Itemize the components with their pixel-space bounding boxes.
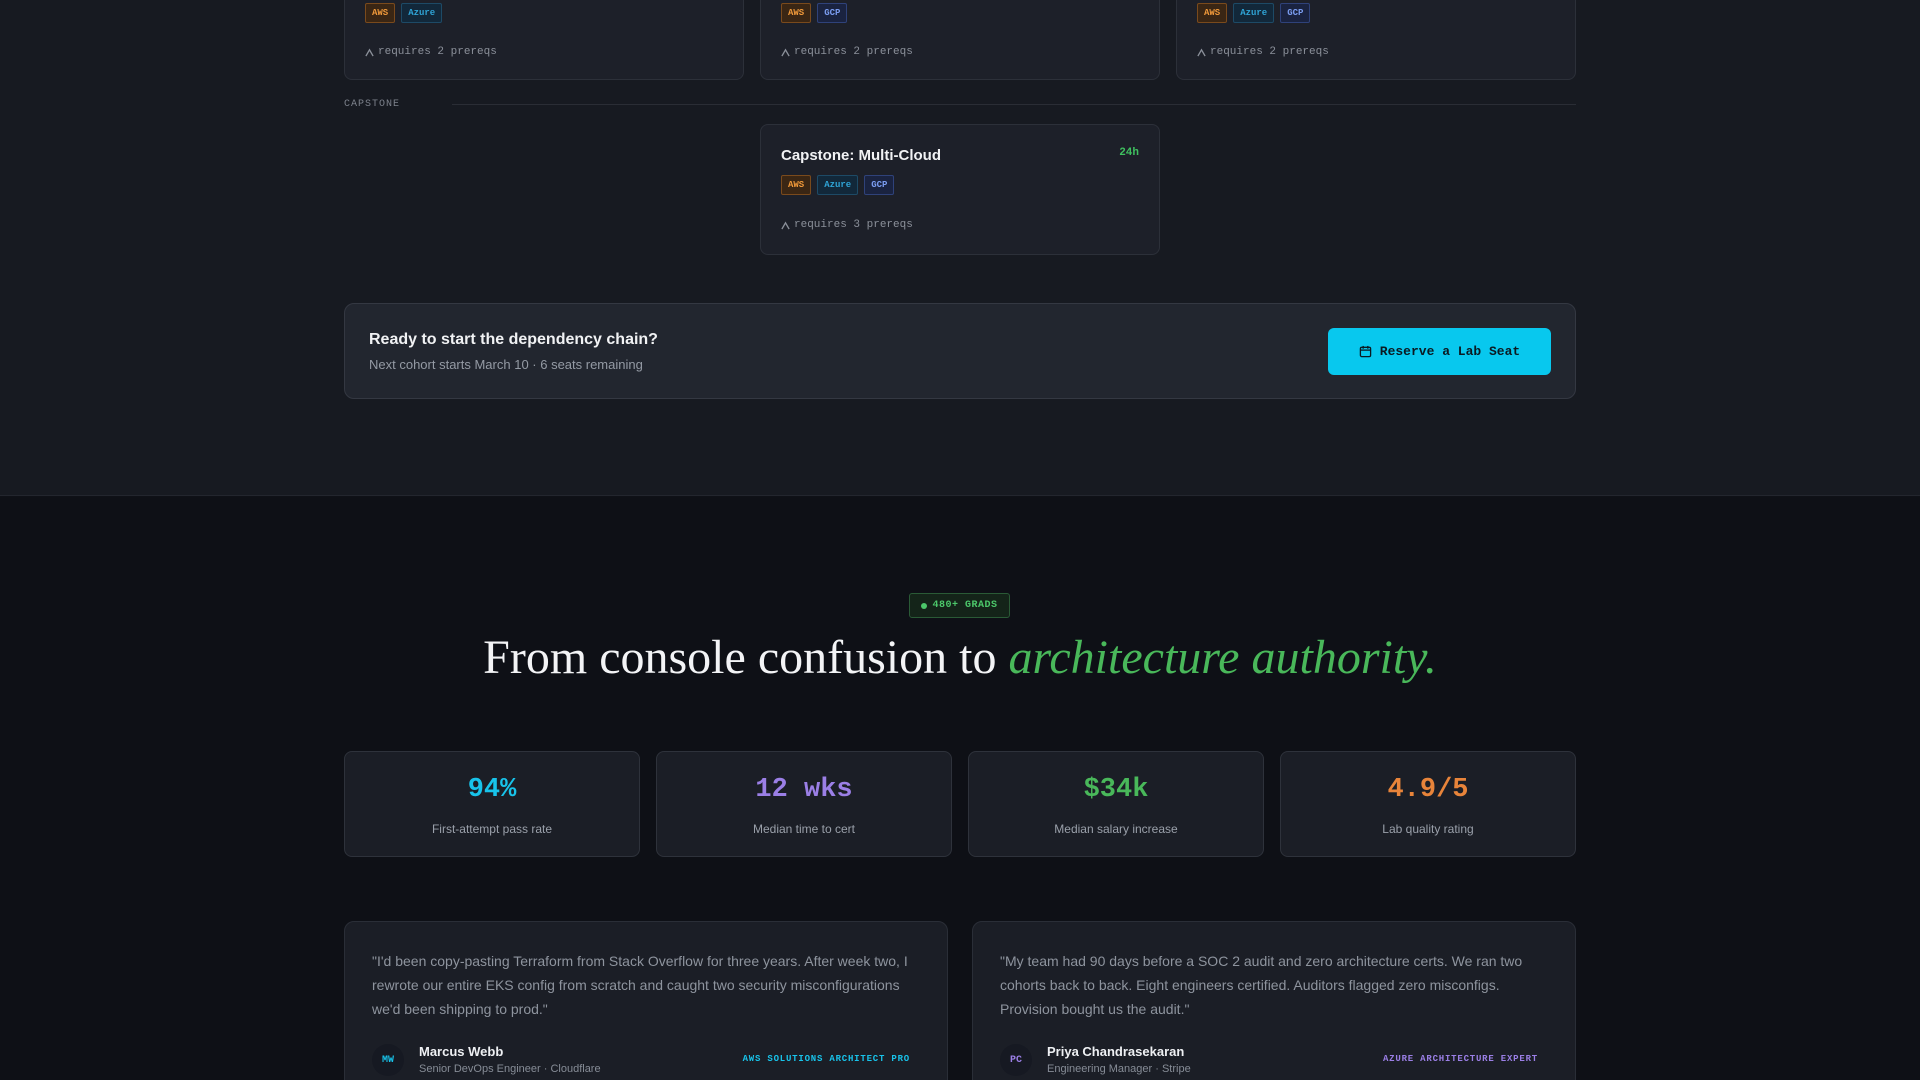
prereq-arrow-icon: [365, 47, 374, 56]
azure-tag: Azure: [401, 3, 443, 23]
testimonial-card: "My team had 90 days before a SOC 2 audi…: [972, 921, 1576, 1080]
author-role: Engineering Manager · Stripe: [1047, 1063, 1191, 1075]
cta-subtitle: Next cohort starts March 10 · 6 seats re…: [369, 357, 643, 372]
aws-tag: AWS: [781, 3, 812, 23]
prereq-info: requires 2 prereqs: [365, 46, 497, 58]
gcp-tag: GCP: [864, 175, 895, 195]
capstone-hours: 24h: [1119, 147, 1139, 159]
learning-path-section: AWS Azure requires 2 prereqs AWS GCP req…: [0, 0, 1920, 496]
testimonial-card: "I'd been copy-pasting Terraform from St…: [344, 921, 948, 1080]
avatar: PC: [1000, 1044, 1032, 1076]
prereq-arrow-icon: [781, 47, 790, 56]
stat-label: Lab quality rating: [1382, 822, 1474, 836]
cert-label: AZURE ARCHITECTURE EXPERT: [1382, 1054, 1538, 1064]
aws-tag: AWS: [781, 175, 812, 195]
path-card[interactable]: AWS GCP requires 2 prereqs: [760, 0, 1160, 80]
section-divider: [452, 104, 1576, 105]
aws-tag: AWS: [365, 3, 396, 23]
testimonial-quote: "I'd been copy-pasting Terraform from St…: [372, 953, 908, 1017]
capstone-section-label: CAPSTONE: [344, 99, 401, 110]
headline-plain: From console confusion to: [483, 631, 1009, 684]
grads-badge: 480+ GRADS: [909, 593, 1010, 618]
stat-value: $34k: [1083, 775, 1149, 805]
stat-value: 4.9/5: [1387, 775, 1469, 805]
prereq-text: requires 2 prereqs: [1210, 46, 1329, 58]
grads-badge-text: 480+ GRADS: [932, 600, 998, 611]
stat-label: First-attempt pass rate: [431, 822, 553, 836]
prereq-arrow-icon: [1197, 47, 1206, 56]
author-name: Marcus Webb: [419, 1044, 504, 1059]
capstone-card[interactable]: Capstone: Multi-Cloud 24h AWS Azure GCP …: [760, 124, 1160, 255]
calendar-icon: [1359, 345, 1372, 358]
path-card[interactable]: AWS Azure requires 2 prereqs: [344, 0, 744, 80]
avatar: MW: [372, 1044, 404, 1076]
cta-banner: Ready to start the dependency chain? Nex…: [344, 303, 1576, 399]
stat-value: 94%: [467, 775, 517, 805]
prereq-text: requires 2 prereqs: [794, 46, 913, 58]
author-role: Senior DevOps Engineer · Cloudflare: [419, 1063, 601, 1075]
stat-card: $34k Median salary increase: [968, 751, 1264, 857]
prereq-info: requires 3 prereqs: [781, 219, 913, 231]
stat-card: 4.9/5 Lab quality rating: [1280, 751, 1576, 857]
capstone-title: Capstone: Multi-Cloud: [781, 147, 941, 164]
gcp-tag: GCP: [1280, 3, 1311, 23]
prereq-text: requires 2 prereqs: [378, 46, 497, 58]
gcp-tag: GCP: [817, 3, 848, 23]
stat-label: Median time to cert: [752, 822, 856, 836]
reserve-lab-seat-button[interactable]: Reserve a Lab Seat: [1328, 328, 1551, 375]
azure-tag: Azure: [817, 175, 859, 195]
stat-card: 94% First-attempt pass rate: [344, 751, 640, 857]
prereq-info: requires 2 prereqs: [781, 46, 913, 58]
status-dot-icon: [921, 602, 928, 609]
headline-accent: architecture authority.: [1008, 631, 1437, 684]
testimonial-quote: "My team had 90 days before a SOC 2 audi…: [1000, 953, 1523, 1017]
outcomes-headline: From console confusion to architecture a…: [0, 630, 1920, 685]
azure-tag: Azure: [1233, 3, 1275, 23]
cta-title: Ready to start the dependency chain?: [369, 331, 658, 348]
prereq-text: requires 3 prereqs: [794, 219, 913, 231]
aws-tag: AWS: [1197, 3, 1228, 23]
stat-value: 12 wks: [755, 775, 853, 805]
prereq-arrow-icon: [781, 220, 790, 229]
outcomes-section: [0, 497, 1920, 1080]
stat-card: 12 wks Median time to cert: [656, 751, 952, 857]
prereq-info: requires 2 prereqs: [1197, 46, 1329, 58]
reserve-button-label: Reserve a Lab Seat: [1379, 344, 1521, 359]
cert-label: AWS SOLUTIONS ARCHITECT PRO: [742, 1054, 910, 1064]
author-name: Priya Chandrasekaran: [1047, 1044, 1185, 1059]
path-card[interactable]: AWS Azure GCP requires 2 prereqs: [1176, 0, 1576, 80]
stat-label: Median salary increase: [1054, 822, 1178, 836]
